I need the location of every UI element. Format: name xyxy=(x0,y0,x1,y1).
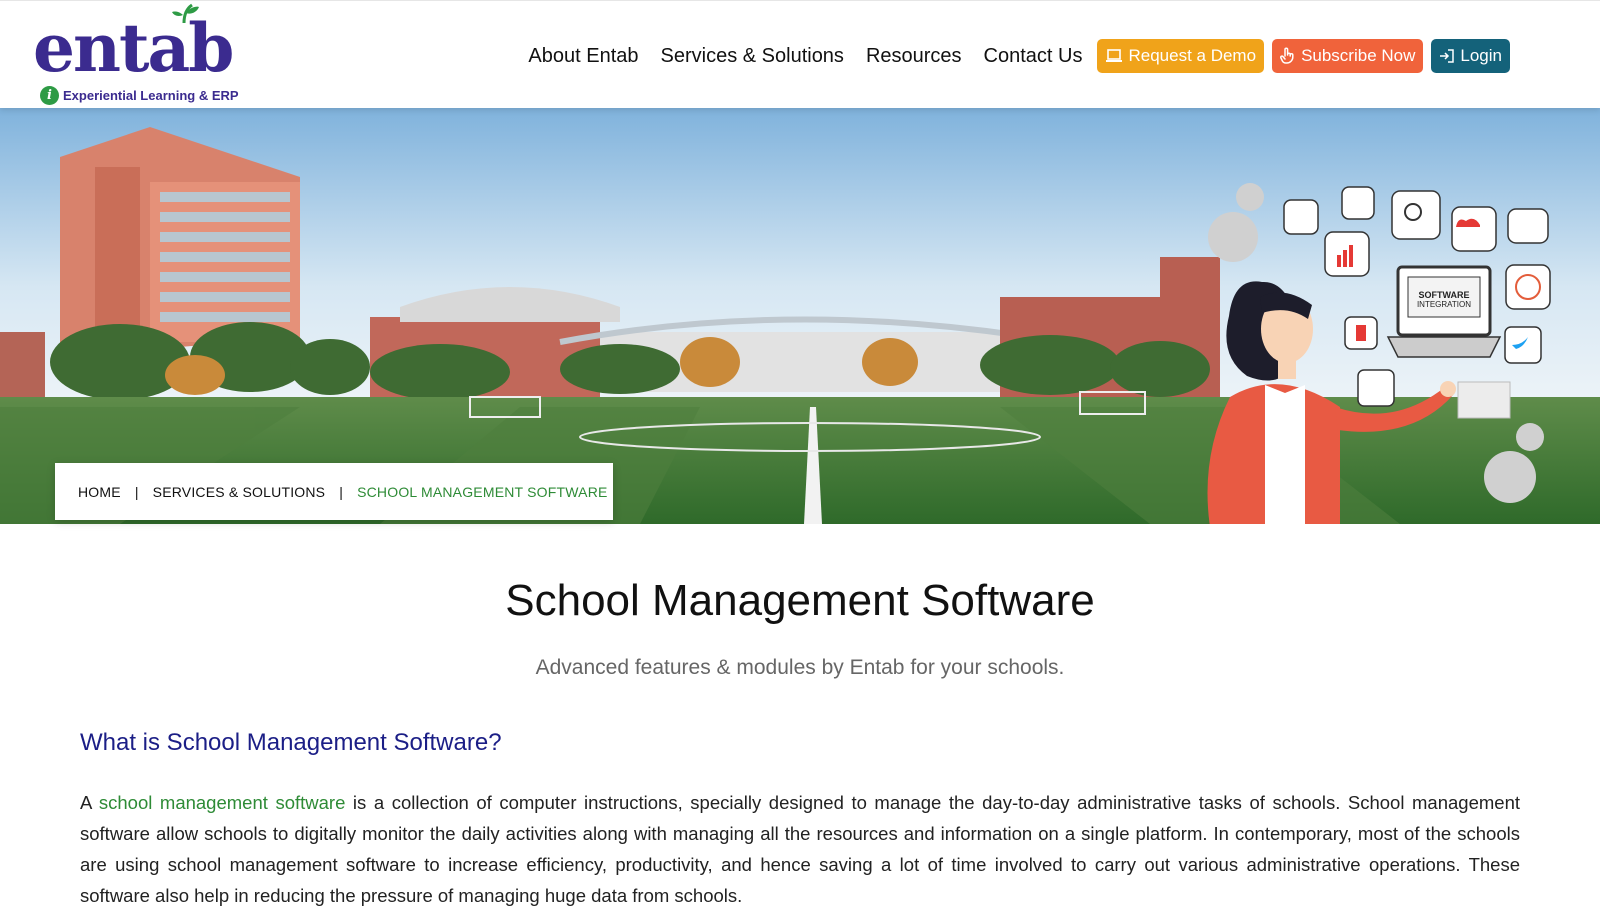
nav-contact-us[interactable]: Contact Us xyxy=(984,45,1083,68)
intro-paragraph: A school management software is a collec… xyxy=(80,787,1520,911)
breadcrumb: HOME | SERVICES & SOLUTIONS | SCHOOL MAN… xyxy=(55,463,613,520)
breadcrumb-current: SCHOOL MANAGEMENT SOFTWARE xyxy=(357,483,608,500)
login-label: Login xyxy=(1460,46,1502,65)
logo-wordmark: entab xyxy=(33,9,234,87)
breadcrumb-separator: | xyxy=(134,483,139,500)
school-management-software-link[interactable]: school management software xyxy=(99,792,346,813)
login-button[interactable]: Login xyxy=(1431,39,1510,73)
request-demo-label: Request a Demo xyxy=(1128,46,1257,65)
site-header: entab i Experiential Learning & ERP Abou… xyxy=(0,0,1600,108)
nav-services-solutions[interactable]: Services & Solutions xyxy=(661,45,844,68)
logo-tagline: i Experiential Learning & ERP xyxy=(40,85,239,105)
campus-illustration: SOFTWARE INTEGRATION xyxy=(0,107,1600,524)
page-title: School Management Software xyxy=(505,576,1095,625)
breadcrumb-separator: | xyxy=(339,483,344,500)
entab-logo[interactable]: entab i Experiential Learning & ERP xyxy=(30,3,260,105)
page-subtitle: Advanced features & modules by Entab for… xyxy=(535,656,1065,679)
nav-resources[interactable]: Resources xyxy=(866,45,962,68)
request-demo-button[interactable]: Request a Demo xyxy=(1097,39,1265,73)
nav-about-entab[interactable]: About Entab xyxy=(528,45,638,68)
hero-banner: SOFTWARE INTEGRATION xyxy=(0,107,1600,524)
section-heading: What is School Management Software? xyxy=(80,729,502,756)
laptop-icon xyxy=(1105,49,1123,63)
leaf-icon xyxy=(172,3,199,24)
tagline-text: Experiential Learning & ERP xyxy=(63,87,239,103)
breadcrumb-services-solutions[interactable]: SERVICES & SOLUTIONS xyxy=(153,484,326,500)
subscribe-now-label: Subscribe Now xyxy=(1301,46,1416,65)
hand-pointer-icon xyxy=(1280,47,1296,65)
breadcrumb-home[interactable]: HOME xyxy=(78,484,121,500)
experiential-badge-icon: i xyxy=(40,85,59,105)
subscribe-now-button[interactable]: Subscribe Now xyxy=(1272,39,1424,73)
integration-label: INTEGRATION xyxy=(1417,300,1471,309)
software-label: SOFTWARE xyxy=(1419,290,1470,300)
para-prefix: A xyxy=(80,792,99,813)
main-nav: About Entab Services & Solutions Resourc… xyxy=(528,39,1510,73)
sign-in-icon xyxy=(1439,48,1455,64)
